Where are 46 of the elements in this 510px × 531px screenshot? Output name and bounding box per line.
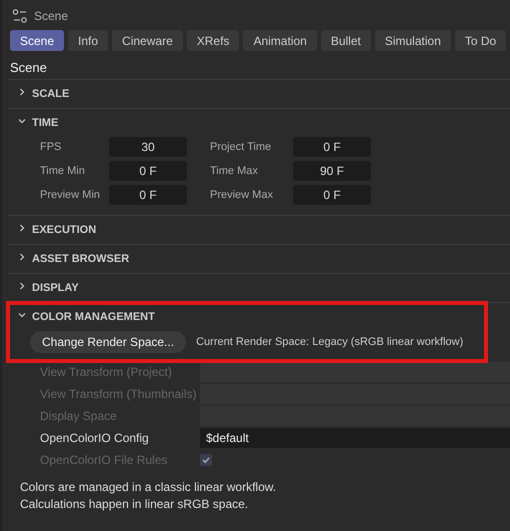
number-field[interactable]: 0 F (109, 185, 187, 205)
group-header[interactable]: DISPLAY (8, 274, 510, 302)
panel-title: Scene (34, 8, 68, 22)
chevron-down-icon (18, 117, 26, 125)
settings-sliders-icon (12, 8, 28, 22)
field-label: FPS (40, 141, 62, 153)
chevron-right-icon (18, 88, 26, 96)
group-header[interactable]: ASSET BROWSER (8, 245, 510, 273)
chevron-right-icon (18, 282, 26, 290)
tab[interactable]: Animation (243, 30, 317, 51)
tab[interactable]: Simulation (374, 30, 451, 51)
number-field[interactable]: 0 F (293, 185, 371, 205)
field-label: View Transform (Project) (40, 365, 173, 379)
group-header[interactable]: SCALE (8, 80, 510, 108)
section-heading: Scene (9, 59, 48, 77)
field-label: Display Space (40, 409, 118, 423)
number-field[interactable]: 0 F (109, 161, 187, 181)
tab[interactable]: Cineware (112, 30, 183, 51)
tab[interactable]: Info (68, 30, 108, 51)
text-field[interactable]: $default (200, 428, 510, 448)
render-space-status: Current Render Space: Legacy (sRGB linear workflow) (196, 336, 464, 348)
field-label: View Transform (Thumbnails) (40, 387, 198, 401)
field-label: Preview Max (209, 189, 274, 201)
field-label: Time Max (209, 165, 259, 177)
chevron-down-icon (18, 311, 26, 319)
change-render-space-button[interactable]: Change Render Space... (30, 331, 186, 353)
info-text: Colors are managed in a classic linear workflow. (20, 479, 278, 496)
tab[interactable]: Bullet (320, 30, 371, 51)
number-field[interactable]: 90 F (293, 161, 371, 181)
info-text: Calculations happen in linear sRGB space. (20, 496, 250, 513)
group-header[interactable]: COLOR MANAGEMENT (8, 303, 510, 331)
tab[interactable]: To Do (454, 30, 506, 51)
field-label: Time Min (40, 165, 86, 177)
field-label: Project Time (209, 141, 272, 153)
field-label: OpenColorIO Config (40, 431, 150, 445)
chevron-right-icon (18, 253, 26, 261)
field-label: Preview Min (40, 189, 101, 201)
chevron-right-icon (18, 224, 26, 232)
tab[interactable]: XRefs (186, 30, 240, 51)
group-header[interactable]: TIME (8, 109, 510, 137)
number-field[interactable]: 30 (109, 137, 187, 157)
tab[interactable]: Scene (10, 30, 64, 51)
field-label: OpenColorIO File Rules (40, 453, 168, 467)
number-field[interactable]: 0 F (293, 137, 371, 157)
dropdown-field[interactable] (200, 362, 510, 382)
group-header[interactable]: EXECUTION (8, 216, 510, 244)
